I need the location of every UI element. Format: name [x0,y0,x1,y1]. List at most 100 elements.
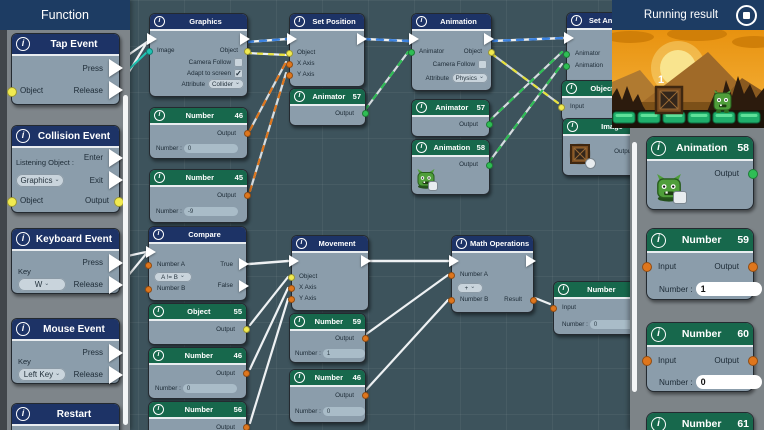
info-icon[interactable] [558,284,569,295]
palette-keyboard-event[interactable]: Keyboard Event Press Key W Release [11,228,120,294]
info-icon[interactable] [16,322,30,336]
node-animator-57[interactable]: Animator57 Output [289,88,366,126]
info-icon[interactable] [294,91,305,102]
result-node-number-61[interactable]: Number61 [646,412,754,430]
node-number-46b[interactable]: Number46 Output Number :0 [148,347,247,399]
number-input[interactable]: 0 [696,375,762,389]
output-port[interactable] [244,192,251,199]
info-icon[interactable] [456,238,467,249]
output-port[interactable] [243,424,250,430]
output-port[interactable] [362,335,369,342]
info-icon[interactable] [294,372,305,383]
number-input[interactable]: 1 [696,282,762,296]
info-icon[interactable] [153,229,164,240]
object-port[interactable] [488,49,495,56]
info-icon[interactable] [296,238,307,249]
flow-in-arrow[interactable] [147,33,157,45]
info-icon[interactable] [154,110,165,121]
output-port[interactable] [748,169,758,179]
node-movement[interactable]: Movement Object X Axis Y Axis [291,235,369,311]
info-icon[interactable] [154,16,165,27]
info-icon[interactable] [294,16,305,27]
operator-dropdown[interactable]: + [457,283,483,293]
animator-port[interactable] [408,49,415,56]
node-number-45[interactable]: Number45 Output Number :-9 [149,169,248,223]
node-compare[interactable]: Compare Number A True A != B Number B Fa… [148,226,247,301]
release-out-arrow[interactable] [109,81,123,99]
enter-out-arrow[interactable] [109,149,123,167]
info-icon[interactable] [16,37,30,51]
y-axis-port[interactable] [286,72,293,79]
exit-out-arrow[interactable] [109,171,123,189]
result-panel-scrollbar[interactable] [632,142,637,392]
info-icon[interactable] [651,141,666,156]
node-object-55[interactable]: Object55 Output [148,303,247,345]
x-axis-port[interactable] [288,285,295,292]
palette-collision-event[interactable]: Collision Event Enter Listening Object :… [11,125,120,213]
number-a-port[interactable] [145,262,152,269]
node-graphics[interactable]: Graphics Image Object Camera Follow Adap… [149,13,248,97]
output-port[interactable] [244,130,251,137]
info-icon[interactable] [153,404,164,415]
info-icon[interactable] [16,407,30,421]
operator-dropdown[interactable]: A != B [154,272,192,282]
info-icon[interactable] [567,121,578,132]
release-out-arrow[interactable] [109,366,123,384]
game-preview[interactable]: 1 [612,30,764,128]
info-icon[interactable] [571,15,582,26]
palette-restart[interactable]: Restart [11,403,120,430]
press-out-arrow[interactable] [109,254,123,272]
key-dropdown[interactable]: Left Key [18,368,66,381]
result-node-number-59[interactable]: Number59 Input Output Number :1 [646,228,754,300]
object-port[interactable] [7,197,17,207]
node-animator-57b[interactable]: Animator57 Output [411,99,490,137]
info-icon[interactable] [153,306,164,317]
number-input[interactable]: 0 [323,407,365,416]
press-out-arrow[interactable] [109,59,123,77]
node-math-operations[interactable]: Math Operations Number A + Number B Resu… [451,235,534,313]
palette-tap-event[interactable]: Tap Event Press Object Release [11,33,120,105]
node-animation-58[interactable]: Animation58 Output [411,139,490,195]
output-port[interactable] [486,121,493,128]
flow-out-arrow[interactable] [240,33,250,45]
attribute-dropdown[interactable]: Collider [208,79,244,89]
x-axis-port[interactable] [286,61,293,68]
flow-in-arrow[interactable] [289,255,299,267]
node-number-46c[interactable]: Number46 Output Number :0 [289,369,366,423]
flow-in-arrow[interactable] [146,246,156,258]
info-icon[interactable] [651,327,666,342]
output-port[interactable] [486,162,493,169]
number-a-port[interactable] [448,272,455,279]
y-axis-port[interactable] [288,296,295,303]
node-number-56[interactable]: Number56 Output [148,401,247,430]
flow-in-arrow[interactable] [564,32,574,44]
info-icon[interactable] [566,83,577,94]
output-port[interactable] [748,262,758,272]
false-out-arrow[interactable] [239,280,249,292]
number-b-port[interactable] [448,297,455,304]
node-set-position[interactable]: Set Position Object X Axis Y Axis [289,13,365,87]
object-port[interactable] [7,87,17,97]
flow-in-arrow[interactable] [287,33,297,45]
node-number-46[interactable]: Number46 Output Number :0 [149,107,248,159]
adapt-to-screen-checkbox[interactable] [234,69,243,78]
palette-mouse-event[interactable]: Mouse Event Press Key Left Key Release [11,318,120,384]
input-port[interactable] [642,262,652,272]
number-b-port[interactable] [145,286,152,293]
flow-in-arrow[interactable] [449,255,459,267]
release-out-arrow[interactable] [109,276,123,294]
input-port[interactable] [550,305,557,312]
true-out-arrow[interactable] [239,258,249,270]
info-icon[interactable] [153,350,164,361]
number-input[interactable]: -9 [184,207,238,216]
number-input[interactable]: 0 [183,384,237,393]
animator-port[interactable] [563,51,570,58]
result-port[interactable] [530,297,537,304]
info-icon[interactable] [651,233,666,248]
stop-button[interactable] [736,5,757,26]
output-port[interactable] [243,370,250,377]
attribute-dropdown[interactable]: Physics [452,73,488,83]
flow-out-arrow[interactable] [484,33,494,45]
info-icon[interactable] [16,232,30,246]
result-node-animation-58[interactable]: Animation58 Output [646,136,754,210]
